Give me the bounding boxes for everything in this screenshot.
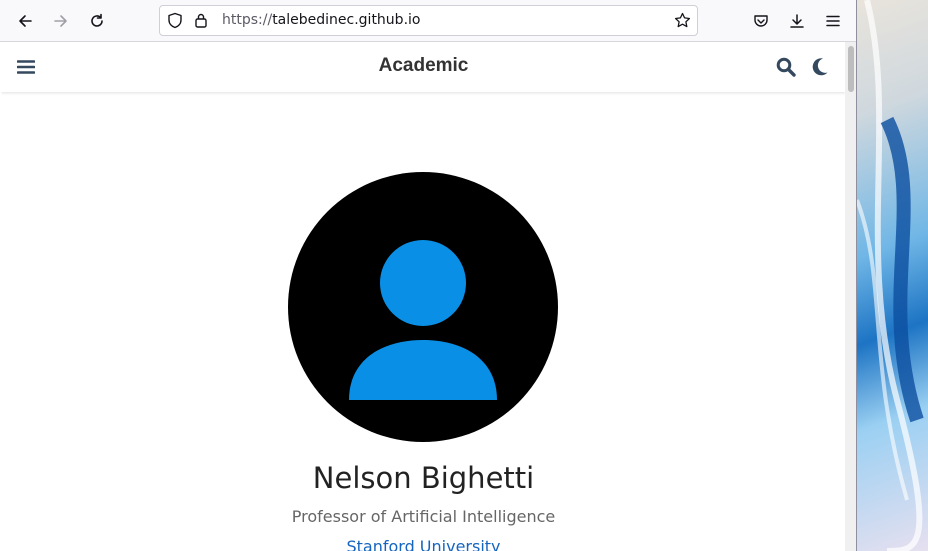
- profile-role: Professor of Artificial Intelligence: [291, 507, 556, 526]
- page-scrollbar[interactable]: [845, 42, 856, 551]
- browser-window: https://talebedinec.github.io Academic N…: [0, 0, 857, 551]
- moon-icon[interactable]: [811, 57, 829, 77]
- scrollbar-thumb[interactable]: [848, 46, 854, 92]
- arrow-right-icon[interactable]: [47, 7, 75, 35]
- hamburger-menu-icon[interactable]: [819, 7, 847, 35]
- url-bar[interactable]: https://talebedinec.github.io: [159, 5, 698, 36]
- lock-icon[interactable]: [194, 12, 208, 33]
- shield-icon[interactable]: [167, 12, 183, 33]
- reload-icon[interactable]: [83, 7, 111, 35]
- arrow-left-icon[interactable]: [11, 7, 39, 35]
- avatar: [288, 172, 558, 442]
- url-scheme: https://: [222, 12, 273, 28]
- url-text[interactable]: https://talebedinec.github.io: [222, 12, 420, 28]
- search-icon[interactable]: [776, 57, 796, 77]
- star-icon[interactable]: [674, 12, 691, 33]
- site-brand[interactable]: Academic: [1, 55, 846, 77]
- browser-toolbar: https://talebedinec.github.io: [0, 0, 856, 42]
- site-navbar: Academic: [1, 42, 846, 92]
- pocket-icon[interactable]: [747, 7, 775, 35]
- profile-name: Nelson Bighetti: [312, 461, 535, 495]
- download-icon[interactable]: [783, 7, 811, 35]
- web-page: Academic Nelson Bighetti Professor of Ar…: [1, 42, 846, 551]
- url-host: talebedinec.github.io: [272, 12, 421, 28]
- desktop-wallpaper: [857, 0, 928, 551]
- profile-organization-link[interactable]: Stanford University: [1, 537, 846, 551]
